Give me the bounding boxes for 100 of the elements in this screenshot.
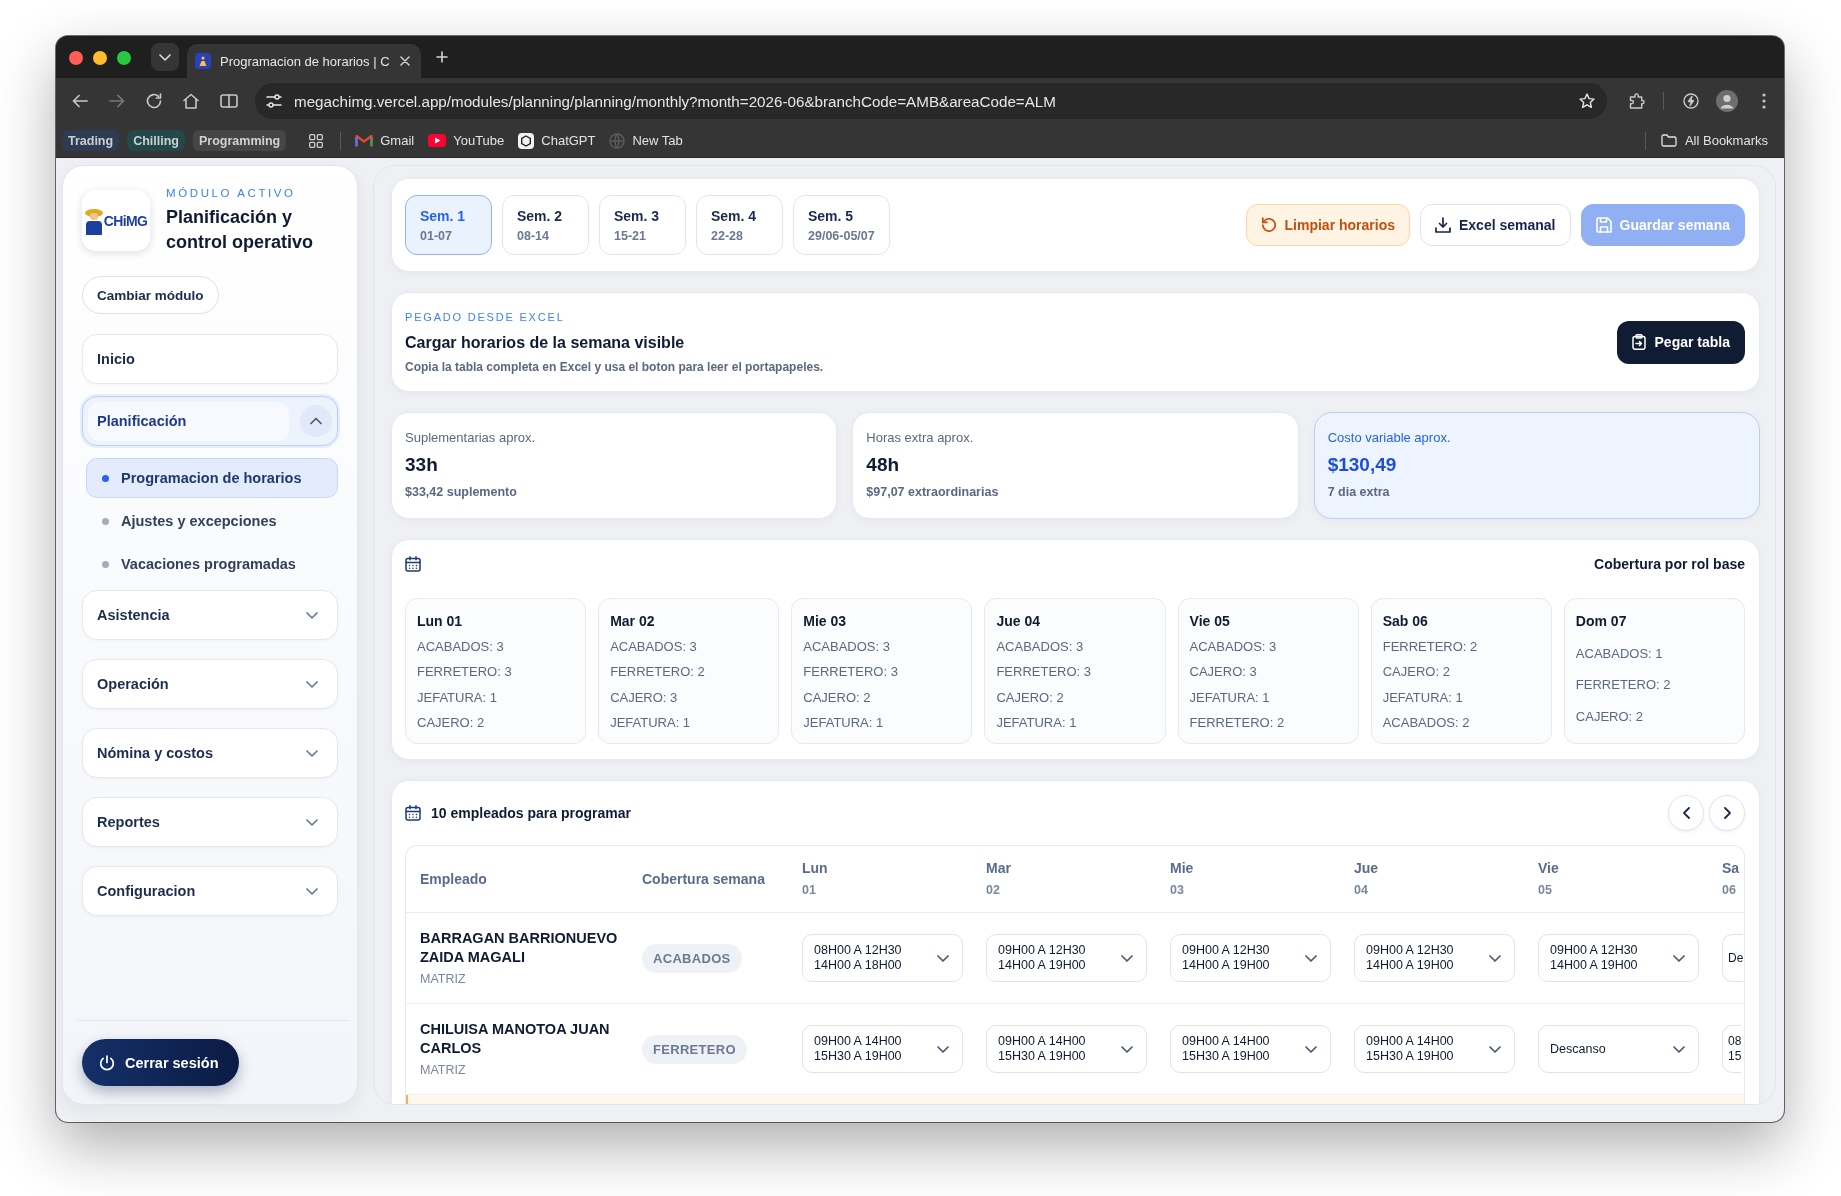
stat-detail: $33,42 suplemento: [405, 485, 517, 500]
chevron-down-icon: [159, 53, 171, 61]
nav-item[interactable]: Configuracion: [82, 866, 338, 916]
browser-tab[interactable]: Programacion de horarios | C: [187, 44, 421, 78]
mascot-icon: [84, 206, 103, 235]
nav-item[interactable]: Reportes: [82, 797, 338, 847]
bookmark-group[interactable]: Chilling: [127, 130, 185, 151]
bookmark-group[interactable]: Trading: [62, 130, 120, 151]
day-title: Sab 06: [1382, 613, 1428, 630]
day-title: Mie 03: [803, 613, 847, 630]
chevron-down-icon: [1121, 1045, 1133, 1053]
avatar-icon[interactable]: [1716, 90, 1738, 112]
shift-select[interactable]: 09H00 A 14H00 15H30 A 19H00: [802, 1025, 963, 1073]
shift-select[interactable]: 09H00 A 14H00 15H30 A 19H00: [1354, 1025, 1515, 1073]
shift-select[interactable]: De: [1722, 934, 1744, 982]
puzzle-icon[interactable]: [1629, 93, 1645, 109]
shift-select[interactable]: 09H00 A 14H00 15H30 A 19H00: [986, 1025, 1147, 1073]
role-count: JEFATURA: 1: [610, 714, 691, 731]
week-tab[interactable]: Sem. 4 22-28: [696, 195, 783, 255]
role-count: CAJERO: 2: [1382, 664, 1450, 681]
globe-icon: [609, 132, 626, 149]
change-module-button[interactable]: Cambiar módulo: [82, 276, 219, 314]
bookmark-link[interactable]: Gmail: [355, 133, 415, 148]
reload-icon[interactable]: [146, 93, 162, 109]
hexagon-icon: [518, 132, 535, 149]
role-count: CAJERO: 2: [803, 689, 871, 706]
role-badge: ACABADOS: [642, 943, 742, 973]
star-icon[interactable]: [1579, 93, 1595, 109]
next-button[interactable]: [1709, 795, 1745, 831]
day-title: Vie 05: [1189, 613, 1230, 630]
shift-select[interactable]: 09H00 A 12H30 14H00 A 19H00: [1170, 934, 1331, 982]
week-tab[interactable]: Sem. 1 01-07: [405, 195, 492, 255]
day-name: Mie: [1170, 860, 1194, 877]
close-window-icon[interactable]: [69, 51, 83, 65]
shift-select[interactable]: 09H00 A 12H30 14H00 A 19H00: [986, 934, 1147, 982]
shift-select[interactable]: 09H00 A 12H30 14H00 A 19H00: [1538, 934, 1699, 982]
shift-select[interactable]: 08H00 A 12H30 14H00 A 18H00: [802, 934, 963, 982]
export-button[interactable]: Excel semanal: [1420, 204, 1571, 246]
nav-item[interactable]: Asistencia: [82, 590, 338, 640]
logout-button[interactable]: Cerrar sesión: [82, 1039, 239, 1086]
chevron-down-icon: [1489, 954, 1501, 962]
chevron-right-icon: [1723, 807, 1731, 819]
module-title: Planificación y control operativo: [166, 206, 314, 254]
stat-value: 33h: [405, 454, 438, 476]
role-count: ACABADOS: 1: [1575, 645, 1663, 662]
week-tab[interactable]: Sem. 5 29/06-05/07: [793, 195, 890, 255]
day-date: 06: [1722, 883, 1736, 898]
bookmark-link[interactable]: New Tab: [609, 132, 683, 149]
day-title: Dom 07: [1575, 613, 1627, 630]
home-icon[interactable]: [183, 93, 199, 109]
more-icon[interactable]: [1762, 93, 1766, 109]
split-view-icon[interactable]: [220, 94, 238, 108]
stat-detail: 7 dia extra: [1327, 485, 1390, 500]
nav-item[interactable]: Operación: [82, 659, 338, 709]
role-count: FERRETERO: 2: [610, 664, 705, 681]
tab-search-button[interactable]: [151, 43, 179, 71]
bookmark-group[interactable]: Programming: [193, 130, 287, 151]
shift-select[interactable]: 09H00 A 14H00 15H30 A 19H00: [1170, 1025, 1331, 1073]
stat-label: Costo variable aprox.: [1327, 430, 1451, 446]
lightning-icon[interactable]: [1683, 93, 1699, 109]
chevron-down-icon: [306, 680, 318, 688]
bookmark-link[interactable]: YouTube: [428, 133, 505, 148]
mail-icon: [355, 134, 374, 147]
role-count: ACABADOS: 3: [996, 639, 1084, 656]
branch-label: MATRIZ: [420, 972, 466, 987]
bookmark-link[interactable]: ChatGPT: [518, 132, 596, 149]
minimize-window-icon[interactable]: [93, 51, 107, 65]
nav-item[interactable]: Inicio: [82, 334, 338, 384]
back-icon[interactable]: [72, 94, 88, 108]
day-date: 03: [1170, 883, 1184, 898]
shift-select[interactable]: 09H00 A 12H30 14H00 A 19H00: [1354, 934, 1515, 982]
address-field[interactable]: megachimg.vercel.app/modules/planning/planning/monthly?month=2026-06&branchCode=AMB&areaCode=ALM: [255, 83, 1607, 119]
maximize-window-icon[interactable]: [117, 51, 131, 65]
reset-button[interactable]: Limpiar horarios: [1245, 204, 1410, 246]
chevron-down-icon: [306, 887, 318, 895]
nav-item[interactable]: Planificación: [82, 396, 338, 446]
sub-nav-item[interactable]: Vacaciones programadas: [86, 544, 338, 584]
role-count: FERRETERO: 2: [1575, 677, 1671, 693]
section-title: Cobertura por rol base: [1594, 556, 1745, 572]
apps-grid-icon[interactable]: [309, 133, 324, 148]
bookmarks-folder[interactable]: All Bookmarks: [1660, 133, 1768, 148]
plus-icon[interactable]: [436, 51, 448, 63]
week-tab[interactable]: Sem. 2 08-14: [502, 195, 589, 255]
previous-button[interactable]: [1668, 795, 1704, 831]
shift-select[interactable]: 08 15: [1722, 1025, 1742, 1073]
nav-item[interactable]: Nómina y costos: [82, 728, 338, 778]
download-icon: [1435, 217, 1451, 233]
close-icon[interactable]: [400, 56, 410, 66]
paste-button[interactable]: Pegar tabla: [1616, 320, 1745, 364]
chevron-down-icon: [1305, 1045, 1317, 1053]
role-count: JEFATURA: 1: [996, 714, 1077, 731]
power-icon: [99, 1054, 115, 1071]
sub-nav-item[interactable]: Ajustes y excepciones: [86, 501, 338, 541]
shift-select[interactable]: Descanso: [1538, 1025, 1699, 1073]
section-title: Cargar horarios de la semana visible: [405, 332, 685, 353]
chevron-down-icon: [1305, 954, 1317, 962]
forward-icon[interactable]: [109, 94, 125, 108]
sub-nav-item[interactable]: Programacion de horarios: [86, 458, 338, 498]
day-name: Vie: [1538, 860, 1559, 877]
week-tab[interactable]: Sem. 3 15-21: [599, 195, 686, 255]
